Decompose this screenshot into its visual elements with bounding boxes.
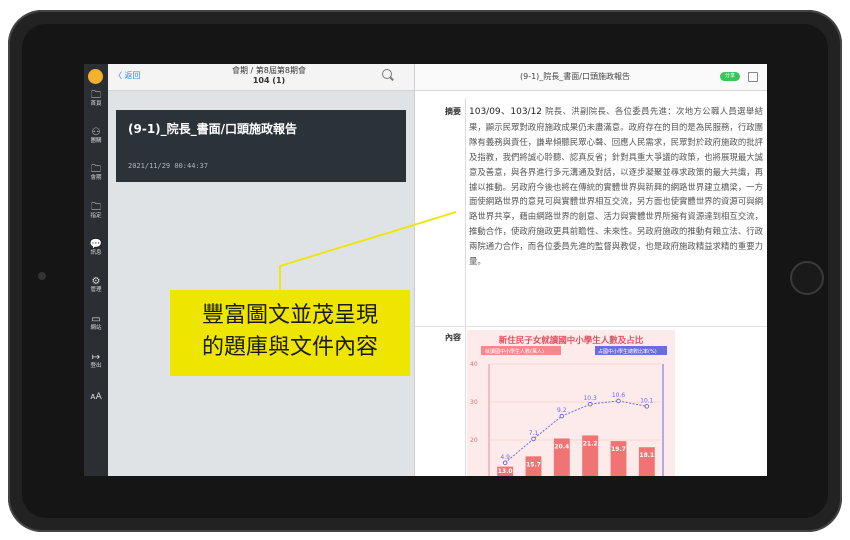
callout-line-1: 豐富圖文並茂呈現: [201, 303, 378, 328]
callout-line-2: 的題庫與文件內容: [201, 335, 378, 360]
camera-dot: [38, 272, 46, 280]
promo-callout: 豐富圖文並茂呈現 的題庫與文件內容: [170, 290, 410, 376]
home-button[interactable]: [790, 261, 824, 295]
callout-pointer: [279, 211, 457, 290]
app-screen: 🗀 首頁 ⚇ 團購 🗀 會期 🗀 指定 💬 訊息 ⚙ 管理 ▭ 網站 ↦ 登出 …: [84, 64, 767, 476]
callout-text: 豐富圖文並茂呈現 的題庫與文件內容: [178, 300, 402, 364]
